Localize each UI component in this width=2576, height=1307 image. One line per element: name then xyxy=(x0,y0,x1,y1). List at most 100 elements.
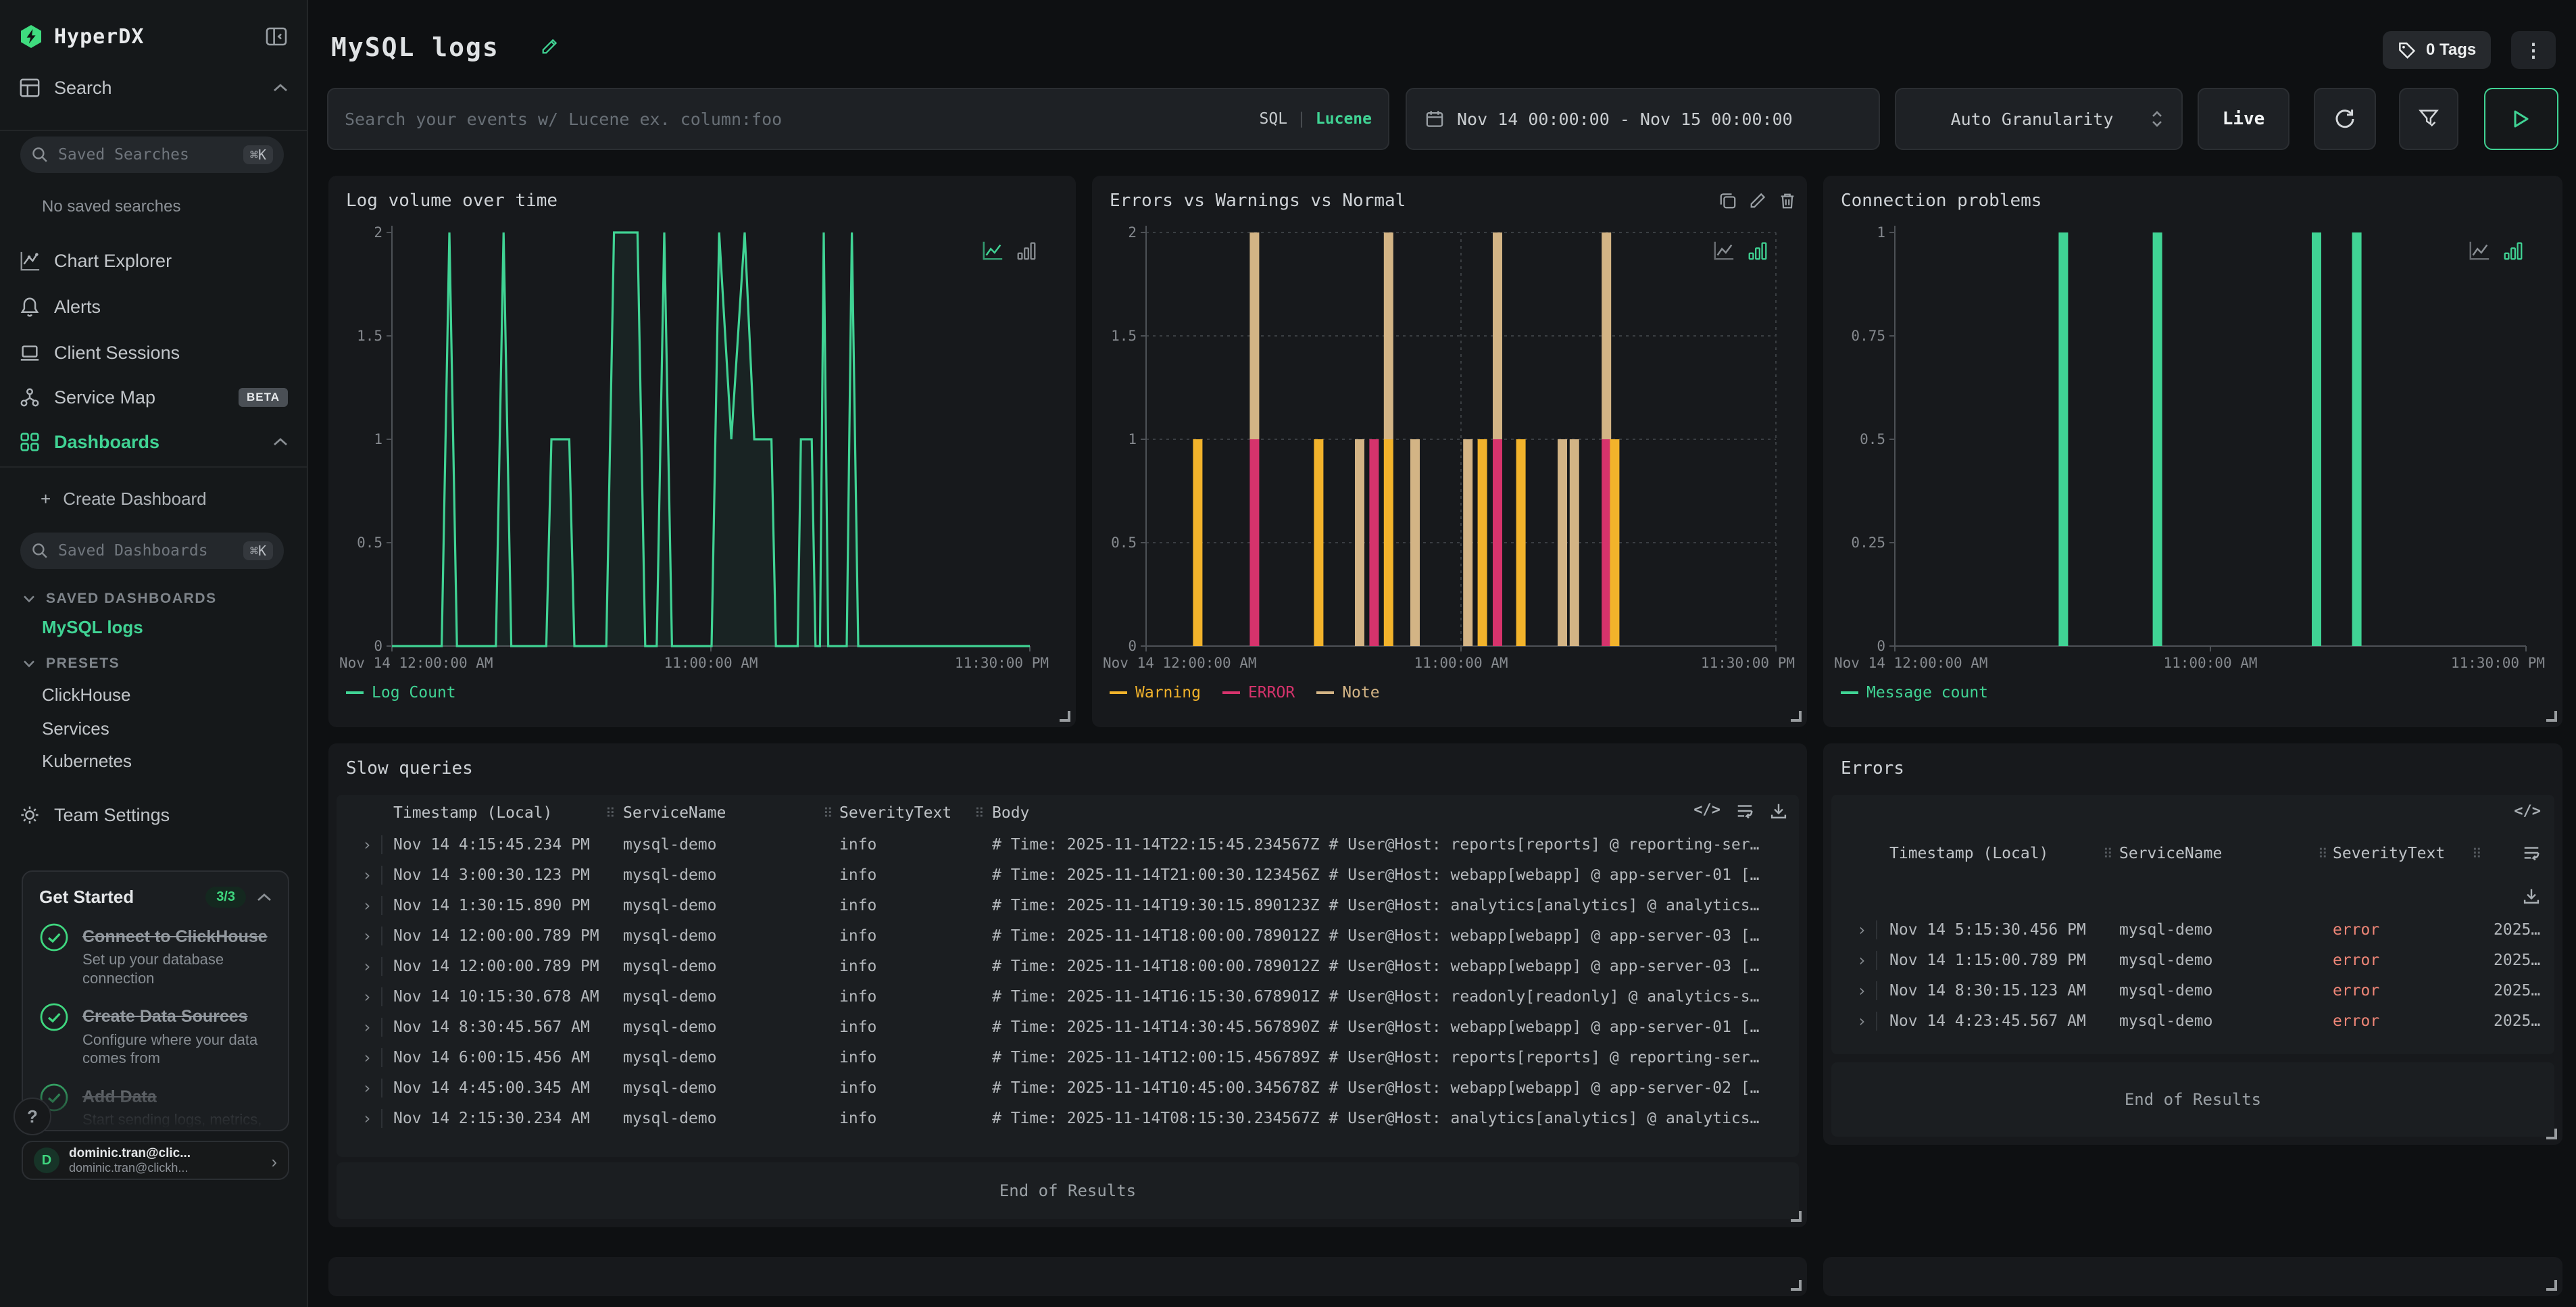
table-cell: mysql-demo xyxy=(623,1012,716,1043)
drag-handle-icon[interactable] xyxy=(974,795,985,831)
sidebar-item-clickhouse[interactable]: ClickHouse xyxy=(0,679,307,711)
sidebar-item-services[interactable]: Services xyxy=(0,712,307,745)
svg-text:Nov 14 12:00:00 AM: Nov 14 12:00:00 AM xyxy=(339,655,493,671)
run-query-button[interactable] xyxy=(2484,88,2558,150)
table-cell: info xyxy=(839,1043,876,1073)
search-input[interactable] xyxy=(345,109,1249,129)
table-row[interactable]: Nov 14 4:15:45.234 PMmysql-demoinfo# Tim… xyxy=(337,830,1799,860)
panel-errors: Errors </> Timestamp (Local) ServiceName… xyxy=(1823,743,2562,1145)
sidebar-item-team-settings[interactable]: Team Settings xyxy=(0,795,307,835)
row-expand-icon[interactable] xyxy=(1857,1006,1866,1037)
filter-button[interactable] xyxy=(2399,88,2458,150)
row-expand-icon[interactable] xyxy=(362,982,372,1012)
sidebar-item-client-sessions[interactable]: Client Sessions xyxy=(0,332,307,373)
table-row[interactable]: Nov 14 12:00:00.789 PMmysql-demoinfo# Ti… xyxy=(337,921,1799,952)
drag-handle-icon[interactable] xyxy=(605,795,616,831)
row-expand-icon[interactable] xyxy=(362,830,372,860)
granularity-select[interactable]: Auto Granularity xyxy=(1895,88,2183,150)
row-expand-icon[interactable] xyxy=(362,1104,372,1134)
column-header-servicename[interactable]: ServiceName xyxy=(623,795,726,831)
granularity-value: Auto Granularity xyxy=(1914,109,2150,129)
table-row[interactable]: Nov 14 5:15:30.456 PMmysql-demoerror2025… xyxy=(1831,915,2554,945)
table-row[interactable]: Nov 14 3:00:30.123 PMmysql-demoinfo# Tim… xyxy=(337,860,1799,891)
column-header-body[interactable]: Body xyxy=(992,795,1788,831)
sidebar-item-dashboards[interactable]: Dashboards xyxy=(0,422,307,462)
sidebar-item-label: Team Settings xyxy=(54,805,288,826)
column-header-severitytext[interactable]: SeverityText xyxy=(2333,835,2445,872)
drag-handle-icon[interactable] xyxy=(2318,835,2328,872)
column-header-timestamp[interactable]: Timestamp (Local) xyxy=(393,795,552,831)
dashboard-menu-button[interactable] xyxy=(2511,31,2556,69)
row-expand-icon[interactable] xyxy=(362,1012,372,1043)
end-of-results-label: End of Results xyxy=(999,1181,1136,1200)
chart-canvas[interactable]: 00.511.52Nov 14 12:00:00 AM11:00:00 AM11… xyxy=(328,176,1076,727)
date-range-picker[interactable]: Nov 14 00:00:00 - Nov 15 00:00:00 xyxy=(1406,88,1880,150)
live-button[interactable]: Live xyxy=(2198,88,2289,150)
row-expand-icon[interactable] xyxy=(362,1073,372,1104)
get-started-step[interactable]: Connect to ClickHouseSet up your databas… xyxy=(39,922,272,987)
chart-canvas[interactable]: 00.250.50.751Nov 14 12:00:00 AM11:00:00 … xyxy=(1823,176,2562,727)
svg-text:2: 2 xyxy=(374,224,382,241)
svg-text:0.5: 0.5 xyxy=(1860,431,1885,447)
saved-searches-input[interactable]: Saved Searches ⌘K xyxy=(20,137,284,173)
table-row[interactable]: Nov 14 8:30:45.567 AMmysql-demoinfo# Tim… xyxy=(337,1012,1799,1043)
column-header-servicename[interactable]: ServiceName xyxy=(2119,835,2222,872)
drag-handle-icon[interactable] xyxy=(823,795,833,831)
sidebar-item-mysql-logs[interactable]: MySQL logs xyxy=(0,611,307,643)
chart-canvas[interactable]: 00.511.52Nov 14 12:00:00 AM11:00:00 AM11… xyxy=(1092,176,1807,727)
row-expand-icon[interactable] xyxy=(1857,945,1866,976)
get-started-step[interactable]: Create Data SourcesConfigure where your … xyxy=(39,1002,272,1067)
sidebar-item-service-map[interactable]: Service Map BETA xyxy=(0,377,307,418)
table-row[interactable]: Nov 14 10:15:30.678 AMmysql-demoinfo# Ti… xyxy=(337,982,1799,1012)
table-cell: # Time: 2025-11-14T18:00:00.789012Z # Us… xyxy=(992,952,1788,982)
dashboard-link-label: ClickHouse xyxy=(42,685,131,706)
get-started-step[interactable]: Add DataStart sending logs, metrics, or … xyxy=(39,1083,272,1132)
group-presets[interactable]: PRESETS xyxy=(0,649,307,679)
code-icon[interactable]: </> xyxy=(2514,803,2541,820)
table-row[interactable]: Nov 14 2:15:30.234 AMmysql-demoinfo# Tim… xyxy=(337,1104,1799,1134)
column-header-timestamp[interactable]: Timestamp (Local) xyxy=(1889,835,2048,872)
saved-dashboards-input[interactable]: Saved Dashboards ⌘K xyxy=(20,533,284,569)
drag-handle-icon[interactable] xyxy=(2103,835,2113,872)
refresh-button[interactable] xyxy=(2314,88,2376,150)
row-expand-icon[interactable] xyxy=(362,1043,372,1073)
table-cell: mysql-demo xyxy=(623,1073,716,1104)
table-row[interactable]: Nov 14 1:30:15.890 PMmysql-demoinfo# Tim… xyxy=(337,891,1799,921)
row-expand-icon[interactable] xyxy=(362,891,372,921)
table-row[interactable]: Nov 14 4:45:00.345 AMmysql-demoinfo# Tim… xyxy=(337,1073,1799,1104)
sidebar-item-search[interactable]: Search xyxy=(0,68,307,108)
user-menu[interactable]: D dominic.tran@clic... dominic.tran@clic… xyxy=(22,1141,289,1180)
sidebar-item-kubernetes[interactable]: Kubernetes xyxy=(0,745,307,777)
svg-text:0: 0 xyxy=(1128,638,1137,654)
group-saved-dashboards[interactable]: SAVED DASHBOARDS xyxy=(0,584,307,614)
table-row[interactable]: Nov 14 12:00:00.789 PMmysql-demoinfo# Ti… xyxy=(337,952,1799,982)
sidebar-item-alerts[interactable]: Alerts xyxy=(0,287,307,327)
table-cell: Nov 14 5:15:30.456 PM xyxy=(1889,915,2086,945)
table-cell: mysql-demo xyxy=(2119,945,2212,976)
lucene-toggle[interactable]: Lucene xyxy=(1316,110,1372,128)
panel-slow-queries: Slow queries </> Timestamp (Local) Servi… xyxy=(328,743,1807,1227)
create-dashboard-button[interactable]: + Create Dashboard xyxy=(0,481,307,516)
help-button[interactable]: ? xyxy=(14,1098,51,1135)
chevron-up-icon[interactable] xyxy=(257,893,272,902)
svg-text:Nov 14 12:00:00 AM: Nov 14 12:00:00 AM xyxy=(1103,655,1257,671)
table-row[interactable]: Nov 14 1:15:00.789 PMmysql-demoerror2025… xyxy=(1831,945,2554,976)
tags-button[interactable]: 0 Tags xyxy=(2383,31,2491,69)
sidebar-collapse-icon[interactable] xyxy=(265,25,288,48)
drag-handle-icon[interactable] xyxy=(2472,835,2482,872)
sql-toggle[interactable]: SQL xyxy=(1260,110,1288,128)
row-expand-icon[interactable] xyxy=(362,952,372,982)
table-row[interactable]: Nov 14 8:30:15.123 AMmysql-demoerror2025… xyxy=(1831,976,2554,1006)
edit-title-icon[interactable] xyxy=(541,38,558,55)
row-expand-icon[interactable] xyxy=(362,921,372,952)
sidebar-item-chart-explorer[interactable]: Chart Explorer xyxy=(0,241,307,281)
row-expand-icon[interactable] xyxy=(1857,976,1866,1006)
table-row[interactable]: Nov 14 6:00:15.456 AMmysql-demoinfo# Tim… xyxy=(337,1043,1799,1073)
row-expand-icon[interactable] xyxy=(362,860,372,891)
table-row[interactable]: Nov 14 4:23:45.567 AMmysql-demoerror2025… xyxy=(1831,1006,2554,1037)
download-icon[interactable] xyxy=(2522,887,2541,906)
svg-text:11:30:00 PM: 11:30:00 PM xyxy=(2451,655,2545,671)
row-expand-icon[interactable] xyxy=(1857,915,1866,945)
column-header-severitytext[interactable]: SeverityText xyxy=(839,795,951,831)
table-cell: # Time: 2025-11-14T14:30:45.567890Z # Us… xyxy=(992,1012,1788,1043)
